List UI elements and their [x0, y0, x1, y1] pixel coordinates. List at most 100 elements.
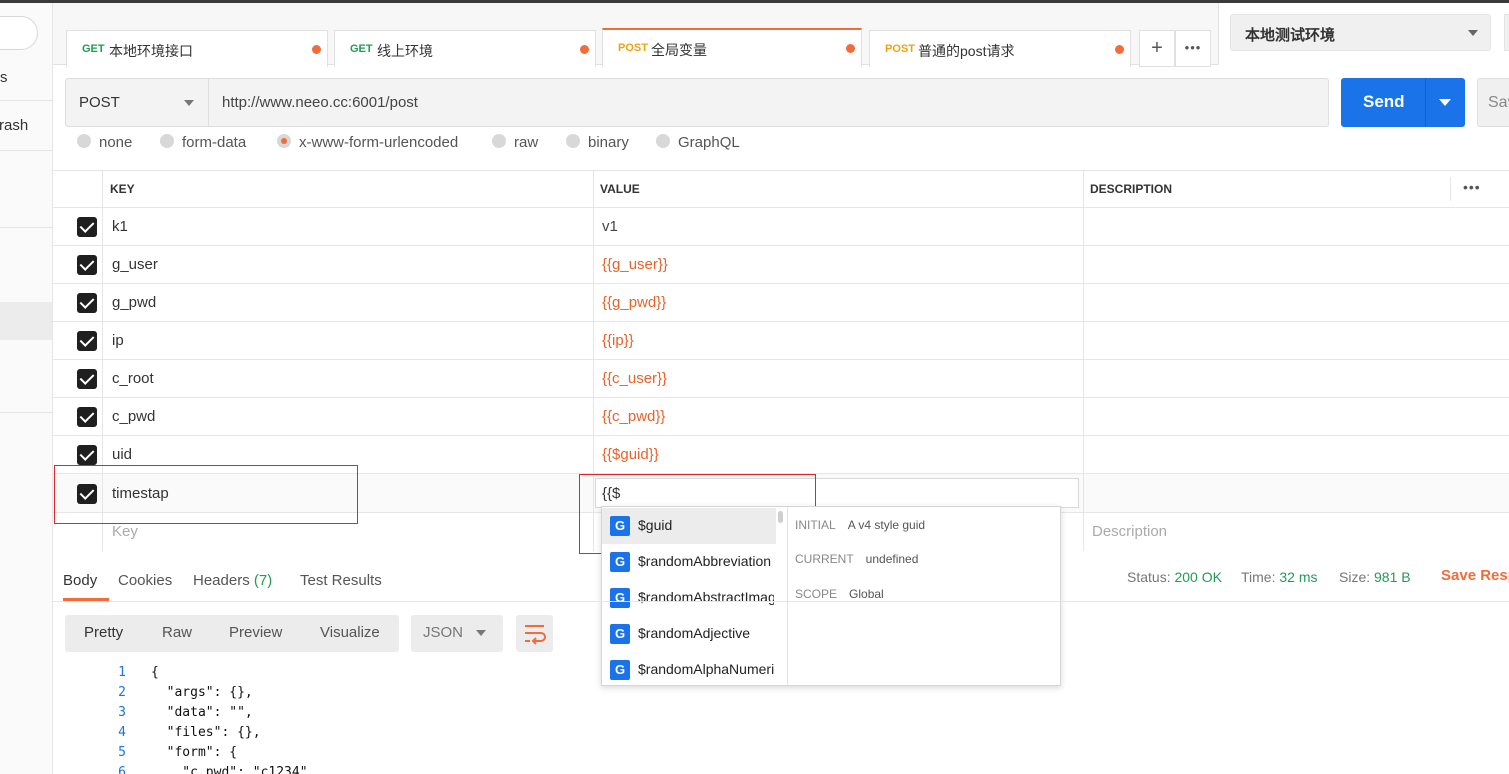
code-line: "args": {}, — [151, 685, 253, 700]
sidebar-divider — [0, 412, 52, 413]
line-number: 5 — [118, 745, 126, 760]
row-checkbox[interactable] — [77, 331, 97, 351]
annotation-box-key — [54, 465, 358, 524]
body-type-radio-group: none form-data x-www-form-urlencoded raw… — [53, 127, 1509, 153]
radio-icon — [77, 134, 91, 148]
row-value[interactable]: {{c_pwd}} — [602, 408, 665, 425]
unsaved-dot-icon — [846, 44, 855, 53]
body-type-graphql[interactable]: GraphQL — [656, 134, 740, 153]
sidebar: s rash — [0, 0, 53, 774]
row-checkbox[interactable] — [77, 293, 97, 313]
body-type-form-data[interactable]: form-data — [160, 134, 246, 153]
add-tab-icon[interactable]: + — [1139, 30, 1175, 67]
row-checkbox[interactable] — [77, 255, 97, 275]
tab-test-results[interactable]: Test Results — [300, 572, 382, 589]
row-value[interactable]: {{$guid}} — [602, 446, 659, 463]
row-checkbox[interactable] — [77, 445, 97, 465]
format-select[interactable]: JSON — [411, 615, 503, 652]
view-preview-button[interactable]: Preview — [229, 624, 282, 641]
tab-name: 普通的post请求 — [918, 43, 1015, 59]
autocomplete-item[interactable]: G $guid — [602, 508, 776, 544]
tab-name: 全局变量 — [651, 42, 707, 58]
request-tab[interactable]: GET 本地环境接口 — [66, 30, 328, 67]
environment-selected: 本地测试环境 — [1245, 27, 1336, 44]
autocomplete-scrollbar[interactable] — [778, 511, 783, 523]
table-row: g_pwd {{g_pwd}} — [53, 284, 1509, 322]
row-key[interactable]: k1 — [112, 218, 128, 235]
send-divider — [1425, 78, 1426, 127]
unsaved-dot-icon — [580, 45, 589, 54]
code-line: "c_pwd": "c1234", — [151, 765, 316, 774]
row-key[interactable]: c_root — [112, 370, 154, 387]
row-value[interactable]: {{g_user}} — [602, 256, 668, 273]
view-pretty-button[interactable]: Pretty — [84, 624, 123, 641]
line-number: 1 — [118, 665, 126, 680]
view-raw-button[interactable]: Raw — [162, 624, 192, 641]
sidebar-selected-item[interactable] — [0, 302, 52, 340]
new-description-placeholder[interactable]: Description — [1092, 523, 1167, 540]
tab-method: POST — [885, 43, 915, 55]
tab-divider — [1218, 3, 1219, 65]
autocomplete-item[interactable]: G $randomAdjective — [602, 616, 776, 652]
row-key[interactable]: c_pwd — [112, 408, 155, 425]
tab-cookies[interactable]: Cookies — [118, 572, 172, 589]
view-visualize-button[interactable]: Visualize — [320, 624, 380, 641]
radio-label: x-www-form-urlencoded — [299, 134, 459, 151]
method-select[interactable]: POST — [66, 79, 209, 126]
wrap-lines-button[interactable] — [516, 615, 553, 652]
request-tab-active[interactable]: POST 全局变量 — [602, 28, 862, 67]
row-checkbox[interactable] — [77, 369, 97, 389]
sidebar-search-pill[interactable] — [0, 16, 38, 50]
line-number: 4 — [118, 725, 126, 740]
row-value[interactable]: {{g_pwd}} — [602, 294, 666, 311]
sidebar-item-label[interactable]: rash — [0, 117, 28, 134]
code-line: "files": {}, — [151, 725, 261, 740]
row-key[interactable]: uid — [112, 446, 132, 463]
row-key[interactable]: ip — [112, 332, 124, 349]
method-value: POST — [79, 94, 120, 111]
new-key-placeholder[interactable]: Key — [112, 523, 138, 540]
row-key[interactable]: g_pwd — [112, 294, 156, 311]
tab-body[interactable]: Body — [63, 572, 97, 589]
response-time: Time: 32 ms — [1241, 569, 1318, 585]
sidebar-item-label[interactable]: s — [0, 69, 8, 86]
autocomplete-item-label: $randomAlphaNumeric — [638, 661, 774, 677]
radio-icon — [656, 134, 670, 148]
row-value[interactable]: {{ip}} — [602, 332, 634, 349]
row-key[interactable]: g_user — [112, 256, 158, 273]
more-tabs-icon[interactable]: ••• — [1175, 30, 1211, 67]
environment-select[interactable]: 本地测试环境 — [1230, 14, 1491, 51]
environment-quick-look-button[interactable] — [1504, 14, 1509, 51]
row-checkbox[interactable] — [77, 407, 97, 427]
row-checkbox[interactable] — [77, 217, 97, 237]
body-type-binary[interactable]: binary — [566, 134, 629, 153]
tab-headers[interactable]: Headers (7) — [193, 572, 272, 589]
radio-icon — [492, 134, 506, 148]
code-line: { — [151, 665, 159, 680]
save-response-button[interactable]: Save Response — [1441, 567, 1509, 584]
radio-label: none — [99, 134, 133, 151]
body-type-none[interactable]: none — [77, 134, 132, 153]
variable-detail-initial: INITIAL A v4 style guid — [795, 518, 926, 532]
global-variable-icon: G — [610, 516, 630, 536]
chevron-down-icon — [1468, 30, 1478, 36]
row-value[interactable]: v1 — [602, 218, 618, 235]
request-url-bar: POST http://www.neeo.cc:6001/post — [65, 78, 1329, 127]
tab-name: 本地环境接口 — [109, 43, 193, 59]
table-more-icon[interactable]: ••• — [1463, 179, 1481, 195]
row-value[interactable]: {{c_user}} — [602, 370, 667, 387]
send-label: Send — [1363, 92, 1405, 111]
send-options-chevron-icon[interactable] — [1439, 99, 1451, 106]
save-button[interactable]: Save — [1477, 78, 1509, 127]
body-type-urlencoded[interactable]: x-www-form-urlencoded — [277, 134, 458, 153]
send-button[interactable]: Send — [1341, 78, 1465, 127]
request-tab[interactable]: POST 普通的post请求 — [869, 30, 1131, 67]
chevron-down-icon — [476, 630, 486, 636]
body-type-raw[interactable]: raw — [492, 134, 538, 153]
active-tab-indicator — [63, 598, 109, 601]
url-input[interactable]: http://www.neeo.cc:6001/post — [222, 94, 418, 111]
autocomplete-item[interactable]: G $randomAlphaNumeric — [602, 652, 776, 685]
request-tab-bar: GET 本地环境接口 GET 线上环境 POST 全局变量 POST 普通的po… — [53, 3, 1218, 67]
global-variable-icon: G — [610, 660, 630, 680]
request-tab[interactable]: GET 线上环境 — [334, 30, 596, 67]
